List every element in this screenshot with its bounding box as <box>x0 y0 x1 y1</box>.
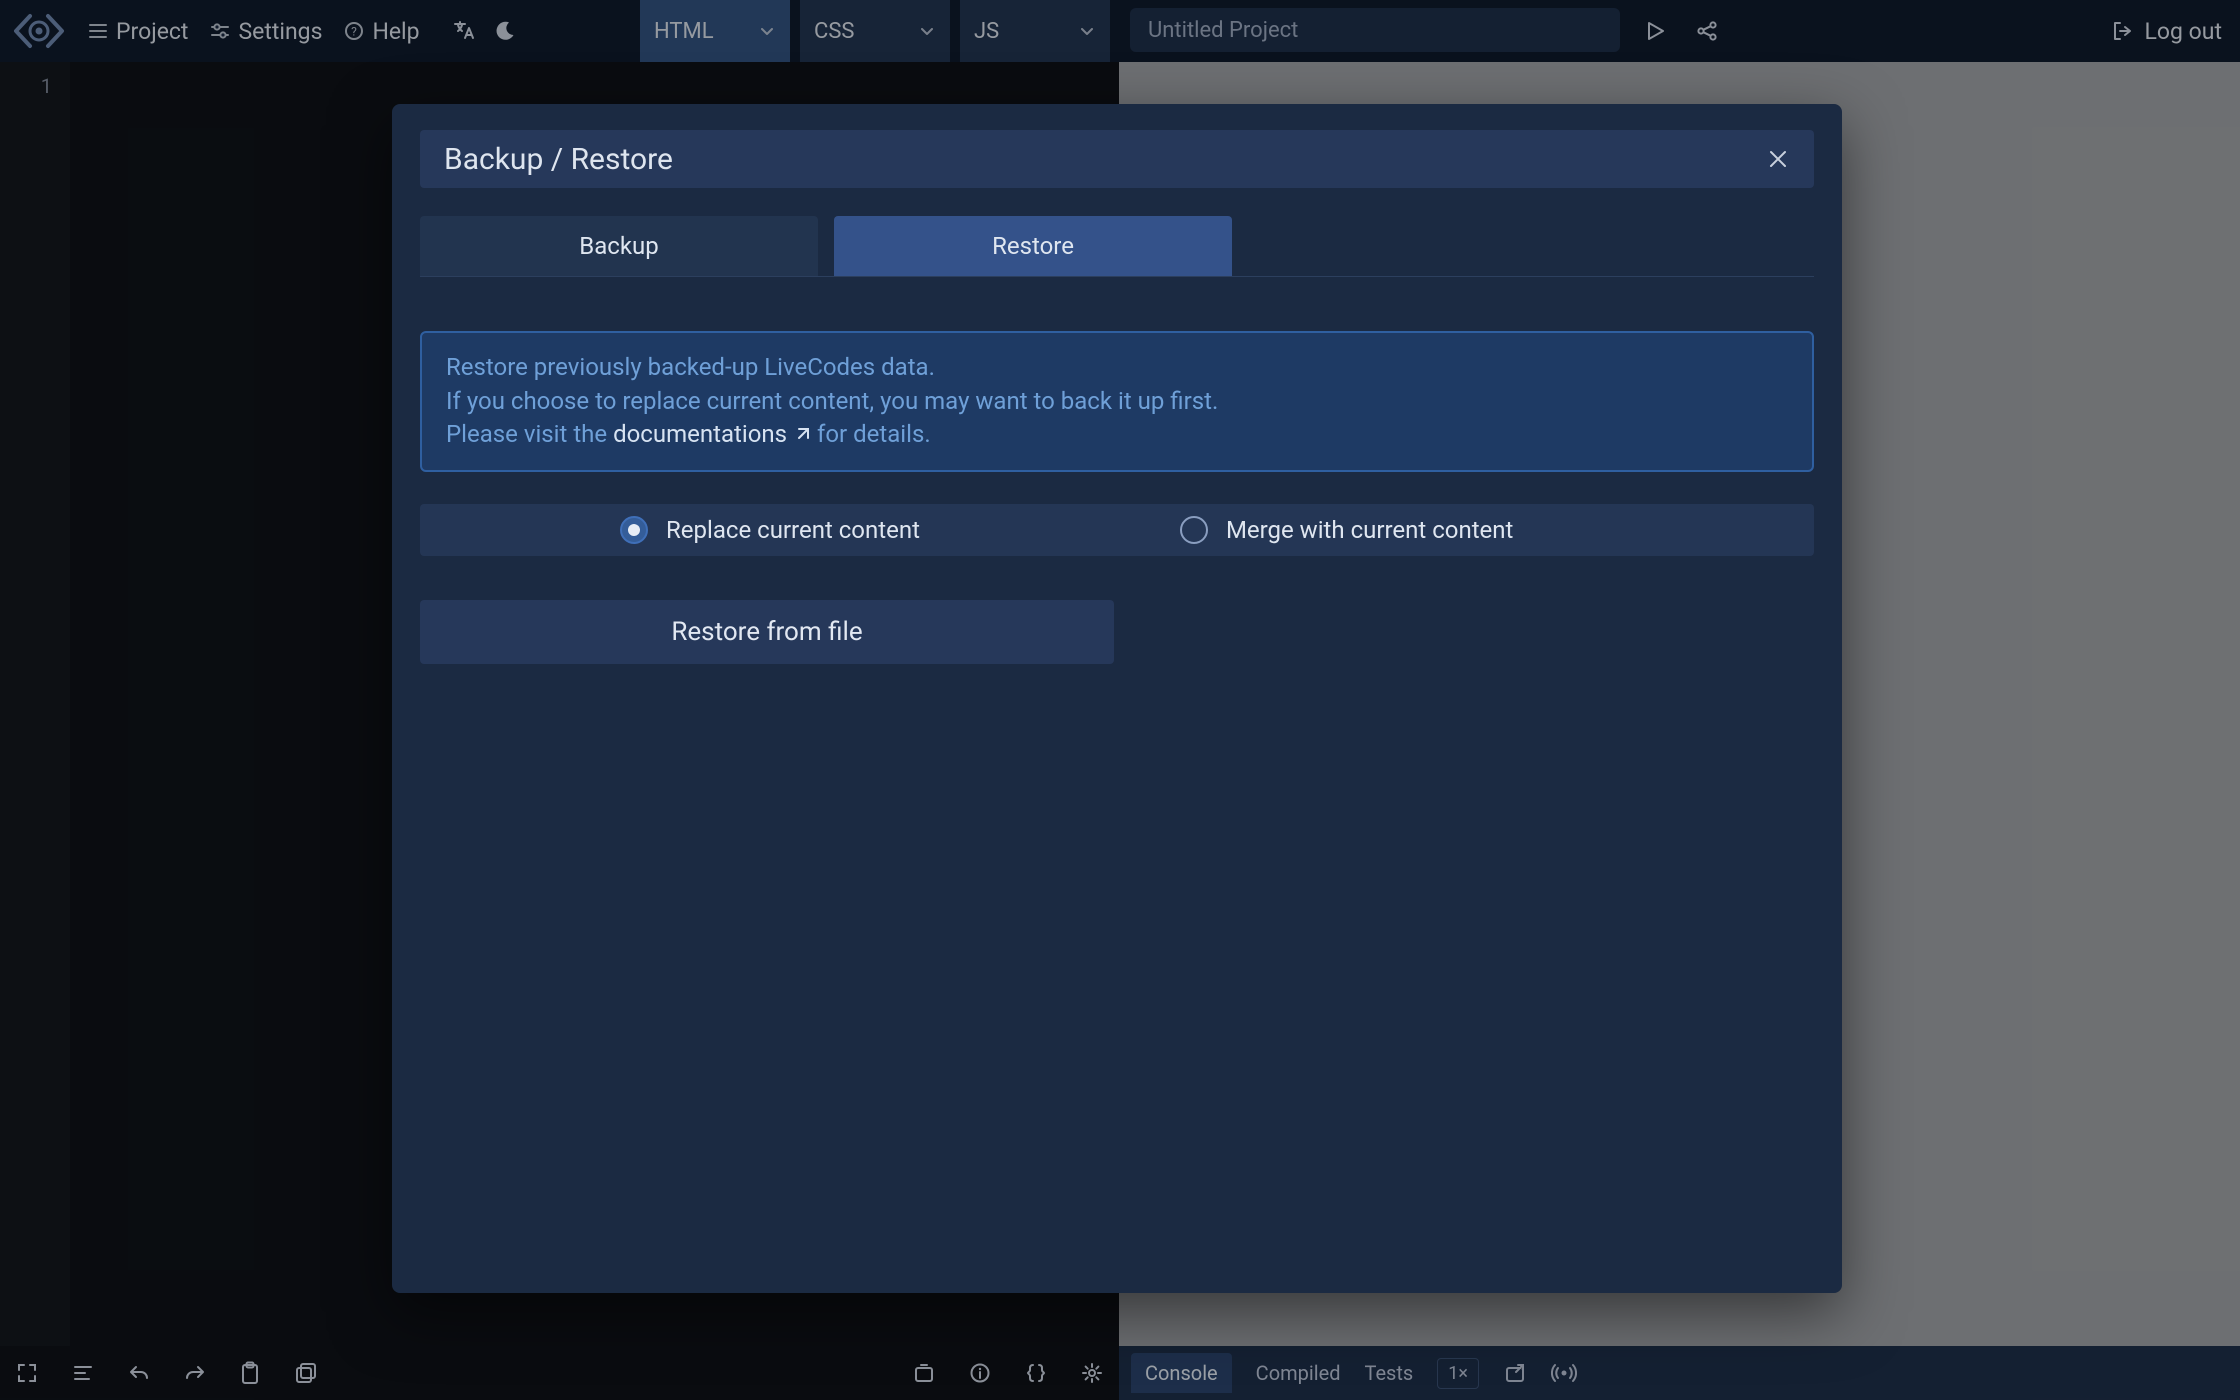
modal-tab-backup-label: Backup <box>579 232 658 260</box>
modal-tabs: Backup Restore <box>420 216 1814 277</box>
documentations-link[interactable]: documentations <box>613 418 811 452</box>
modal-tab-backup[interactable]: Backup <box>420 216 818 276</box>
radio-replace[interactable]: Replace current content <box>620 516 920 544</box>
modal-tab-restore[interactable]: Restore <box>834 216 1232 276</box>
restore-mode-row: Replace current content Merge with curre… <box>420 504 1814 556</box>
close-icon <box>1766 147 1790 171</box>
modal-header: Backup / Restore <box>420 130 1814 188</box>
radio-merge-label: Merge with current content <box>1226 516 1513 544</box>
radio-replace-indicator <box>620 516 648 544</box>
info-line-3-pre: Please visit the <box>446 420 613 448</box>
modal-title: Backup / Restore <box>444 142 673 177</box>
radio-merge[interactable]: Merge with current content <box>1180 516 1513 544</box>
restore-from-file-button[interactable]: Restore from file <box>420 600 1114 664</box>
info-line-2: If you choose to replace current content… <box>446 385 1788 419</box>
restore-info-box: Restore previously backed-up LiveCodes d… <box>420 331 1814 472</box>
external-link-icon <box>793 426 811 444</box>
restore-from-file-label: Restore from file <box>671 617 862 647</box>
info-line-1: Restore previously backed-up LiveCodes d… <box>446 351 1788 385</box>
backup-restore-modal: Backup / Restore Backup Restore Restore … <box>392 104 1842 1293</box>
modal-tab-restore-label: Restore <box>992 232 1074 260</box>
radio-replace-label: Replace current content <box>666 516 920 544</box>
info-line-3: Please visit the documentations for deta… <box>446 418 1788 452</box>
info-line-3-post: for details. <box>817 420 931 448</box>
radio-merge-indicator <box>1180 516 1208 544</box>
documentations-link-label: documentations <box>613 418 787 452</box>
modal-close-button[interactable] <box>1766 147 1790 171</box>
